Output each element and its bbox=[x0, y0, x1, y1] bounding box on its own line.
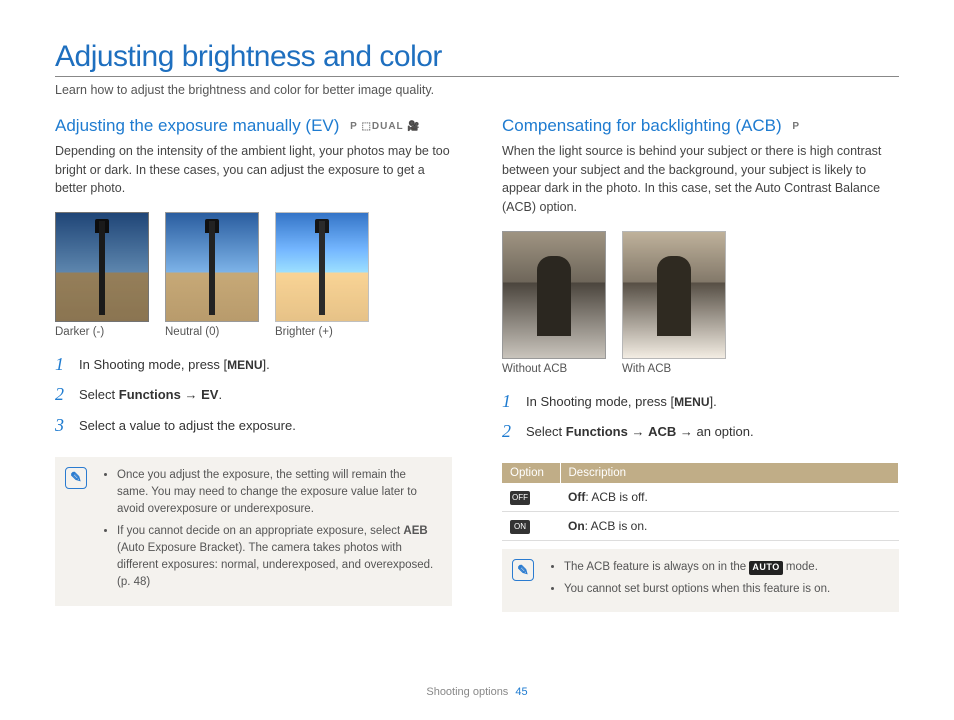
section-heading-ev-text: Adjusting the exposure manually (EV) bbox=[55, 116, 339, 135]
note-text: If you cannot decide on an appropriate e… bbox=[117, 525, 403, 537]
functions-label: Functions bbox=[119, 387, 181, 402]
ev-label: EV bbox=[201, 387, 218, 402]
arrow-icon: → bbox=[676, 424, 696, 439]
two-column-layout: Adjusting the exposure manually (EV) P ⬚… bbox=[55, 115, 899, 612]
page-title: Adjusting brightness and color bbox=[55, 40, 899, 77]
right-column: Compensating for backlighting (ACB) P Wh… bbox=[502, 115, 899, 612]
acb-step-2: Select Functions → ACB → an option. bbox=[502, 417, 899, 447]
example-with-acb: With ACB bbox=[622, 231, 726, 375]
arrow-icon: → bbox=[628, 424, 648, 439]
step-text: In Shooting mode, press [ bbox=[526, 394, 674, 409]
acb-note-list: The ACB feature is always on in the AUTO… bbox=[548, 559, 885, 598]
note-icon: ✎ bbox=[65, 467, 87, 489]
step-text: Select bbox=[79, 387, 119, 402]
section-body-acb: When the light source is behind your sub… bbox=[502, 142, 899, 217]
step-text: ]. bbox=[710, 394, 717, 409]
step-text: In Shooting mode, press [ bbox=[79, 357, 227, 372]
note-icon: ✎ bbox=[512, 559, 534, 581]
acb-on-icon: ON bbox=[510, 520, 530, 534]
menu-button-label: MENU bbox=[674, 395, 709, 409]
thumb-darker bbox=[55, 212, 149, 322]
acb-note-2: You cannot set burst options when this f… bbox=[564, 581, 885, 598]
thumb-neutral bbox=[165, 212, 259, 322]
auto-mode-badge: AUTO bbox=[749, 561, 782, 575]
section-heading-acb-text: Compensating for backlighting (ACB) bbox=[502, 116, 782, 135]
page-footer: Shooting options 45 bbox=[0, 686, 954, 698]
aeb-label: AEB bbox=[403, 525, 427, 537]
off-label: Off bbox=[568, 490, 585, 504]
step-text: Select bbox=[526, 424, 566, 439]
ev-note-2: If you cannot decide on an appropriate e… bbox=[117, 523, 438, 592]
off-desc: : ACB is off. bbox=[585, 490, 647, 504]
ev-note-box: ✎ Once you adjust the exposure, the sett… bbox=[55, 457, 452, 606]
example-neutral: Neutral (0) bbox=[165, 212, 259, 338]
footer-section: Shooting options bbox=[426, 686, 508, 698]
ev-step-1: In Shooting mode, press [MENU]. bbox=[55, 350, 452, 380]
acb-step-1: In Shooting mode, press [MENU]. bbox=[502, 387, 899, 417]
caption-with-acb: With ACB bbox=[622, 363, 726, 375]
caption-darker: Darker (-) bbox=[55, 326, 149, 338]
functions-label: Functions bbox=[566, 424, 628, 439]
note-text: mode. bbox=[783, 561, 818, 573]
ev-note-list: Once you adjust the exposure, the settin… bbox=[101, 467, 438, 592]
note-text: (Auto Exposure Bracket). The camera take… bbox=[117, 542, 433, 589]
note-text: The ACB feature is always on in the bbox=[564, 561, 749, 573]
left-column: Adjusting the exposure manually (EV) P ⬚… bbox=[55, 115, 452, 612]
example-darker: Darker (-) bbox=[55, 212, 149, 338]
thumb-with-acb bbox=[622, 231, 726, 359]
mode-icons-acb: P bbox=[792, 120, 800, 134]
thumb-without-acb bbox=[502, 231, 606, 359]
on-label: On bbox=[568, 519, 585, 533]
acb-label: ACB bbox=[648, 424, 676, 439]
caption-without-acb: Without ACB bbox=[502, 363, 606, 375]
page-intro: Learn how to adjust the brightness and c… bbox=[55, 83, 899, 97]
th-option: Option bbox=[502, 463, 560, 483]
step-text: an option. bbox=[697, 424, 754, 439]
example-brighter: Brighter (+) bbox=[275, 212, 369, 338]
thumb-brighter bbox=[275, 212, 369, 322]
opt-icon-cell: ON bbox=[502, 512, 560, 541]
table-row: ON On: ACB is on. bbox=[502, 512, 899, 541]
ev-steps: In Shooting mode, press [MENU]. Select F… bbox=[55, 350, 452, 441]
ev-step-2: Select Functions → EV. bbox=[55, 380, 452, 410]
opt-icon-cell: OFF bbox=[502, 483, 560, 512]
exposure-examples-row: Darker (-) Neutral (0) Brighter (+) bbox=[55, 212, 452, 338]
table-row: OFF Off: ACB is off. bbox=[502, 483, 899, 512]
step-text: ]. bbox=[263, 357, 270, 372]
section-heading-acb: Compensating for backlighting (ACB) P bbox=[502, 115, 899, 138]
step-text: . bbox=[218, 387, 222, 402]
caption-neutral: Neutral (0) bbox=[165, 326, 259, 338]
ev-step-3: Select a value to adjust the exposure. bbox=[55, 411, 452, 441]
section-heading-ev: Adjusting the exposure manually (EV) P ⬚… bbox=[55, 115, 452, 138]
th-description: Description bbox=[560, 463, 899, 483]
acb-steps: In Shooting mode, press [MENU]. Select F… bbox=[502, 387, 899, 447]
menu-button-label: MENU bbox=[227, 358, 262, 372]
acb-note-1: The ACB feature is always on in the AUTO… bbox=[564, 559, 885, 576]
on-desc: : ACB is on. bbox=[585, 519, 648, 533]
mode-icons-ev: P ⬚DUAL 🎥 bbox=[350, 120, 421, 134]
caption-brighter: Brighter (+) bbox=[275, 326, 369, 338]
footer-page-number: 45 bbox=[515, 686, 527, 698]
section-body-ev: Depending on the intensity of the ambien… bbox=[55, 142, 452, 198]
example-without-acb: Without ACB bbox=[502, 231, 606, 375]
opt-desc-cell: Off: ACB is off. bbox=[560, 483, 899, 512]
opt-desc-cell: On: ACB is on. bbox=[560, 512, 899, 541]
acb-options-table: Option Description OFF Off: ACB is off. … bbox=[502, 463, 899, 541]
acb-examples-row: Without ACB With ACB bbox=[502, 231, 899, 375]
arrow-icon: → bbox=[181, 387, 201, 402]
ev-note-1: Once you adjust the exposure, the settin… bbox=[117, 467, 438, 519]
acb-off-icon: OFF bbox=[510, 491, 530, 505]
acb-note-box: ✎ The ACB feature is always on in the AU… bbox=[502, 549, 899, 612]
